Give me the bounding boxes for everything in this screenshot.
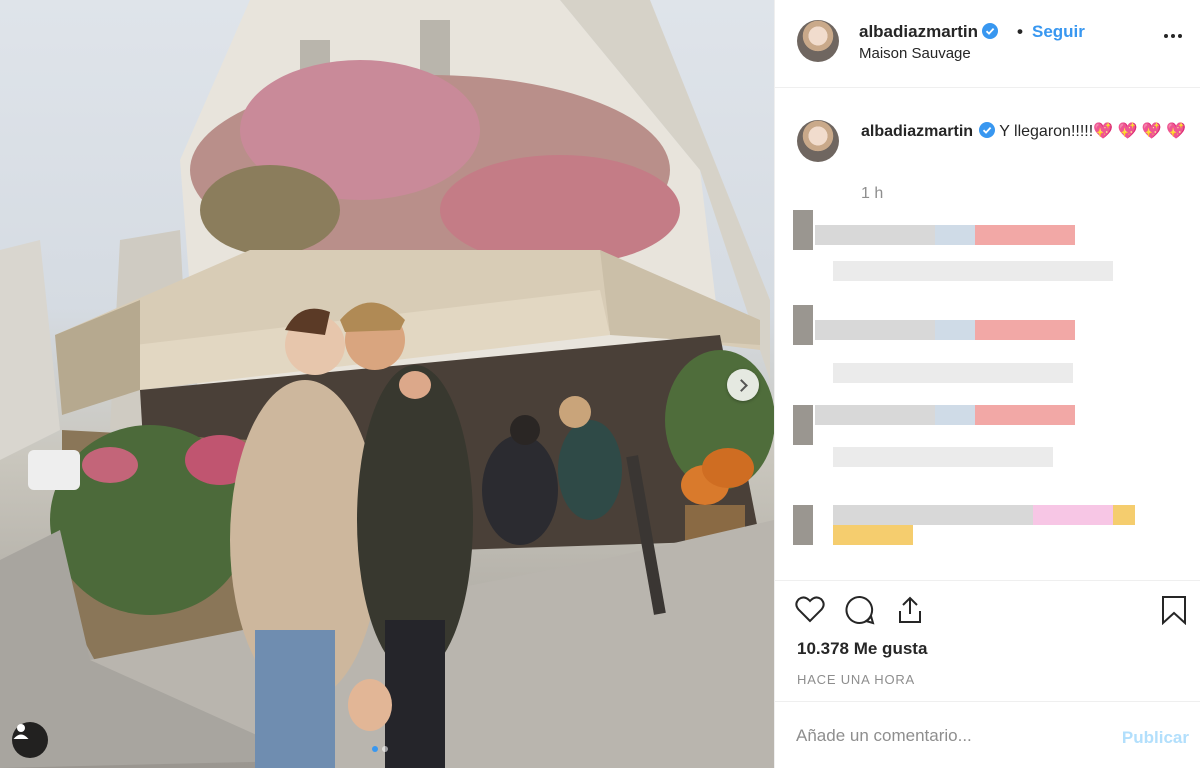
- verified-badge-icon: [979, 122, 996, 138]
- user-tag-button[interactable]: [12, 722, 48, 758]
- photo-illustration: [0, 0, 774, 768]
- carousel-next-button[interactable]: [727, 369, 759, 401]
- follow-button[interactable]: Seguir: [1032, 22, 1085, 42]
- share-icon[interactable]: [895, 595, 925, 630]
- post-header: albadiazmartin • Seguir Maison Sauvage: [775, 0, 1200, 88]
- post-photo[interactable]: [0, 0, 774, 768]
- avatar[interactable]: [797, 20, 839, 62]
- carousel-dot: [382, 746, 388, 752]
- likes-count[interactable]: 10.378 Me gusta: [797, 639, 927, 659]
- user-tag-icon: [13, 724, 29, 739]
- chevron-right-icon: [734, 378, 748, 392]
- post-caption: albadiazmartin Y llegaron!!!!!💖 💖 💖 💖: [775, 88, 1200, 208]
- more-options-icon[interactable]: [1164, 34, 1182, 38]
- username-link[interactable]: albadiazmartin: [859, 22, 999, 42]
- caption-text: albadiazmartin Y llegaron!!!!!💖 💖 💖 💖: [861, 120, 1191, 143]
- comment-input[interactable]: [796, 726, 1096, 746]
- post-timestamp[interactable]: HACE UNA HORA: [797, 672, 915, 687]
- comment-form: Publicar: [775, 701, 1200, 768]
- heart-icon[interactable]: [795, 595, 825, 630]
- separator-bullet: •: [1017, 22, 1023, 41]
- publish-button[interactable]: Publicar: [1122, 728, 1189, 748]
- caption-timestamp[interactable]: 1 h: [861, 185, 883, 203]
- caption-body: Y llegaron!!!!!💖 💖 💖 💖: [999, 123, 1187, 140]
- comment-bubble-icon[interactable]: [845, 595, 875, 630]
- location-link[interactable]: Maison Sauvage: [859, 45, 971, 62]
- carousel-indicator: [372, 746, 388, 752]
- verified-badge-icon: [982, 23, 999, 39]
- post-actions: 10.378 Me gusta HACE UNA HORA Publicar: [775, 580, 1200, 768]
- caption-username[interactable]: albadiazmartin: [861, 123, 973, 140]
- caption-avatar[interactable]: [797, 120, 839, 162]
- comments-list-obscured: [793, 205, 1199, 560]
- username-text[interactable]: albadiazmartin: [859, 22, 978, 41]
- post-sidebar: albadiazmartin • Seguir Maison Sauvage a…: [774, 0, 1200, 768]
- instagram-post-view: albadiazmartin • Seguir Maison Sauvage a…: [0, 0, 1200, 768]
- bookmark-icon[interactable]: [1161, 595, 1187, 630]
- action-icons: [795, 595, 925, 630]
- carousel-dot-active: [372, 746, 378, 752]
